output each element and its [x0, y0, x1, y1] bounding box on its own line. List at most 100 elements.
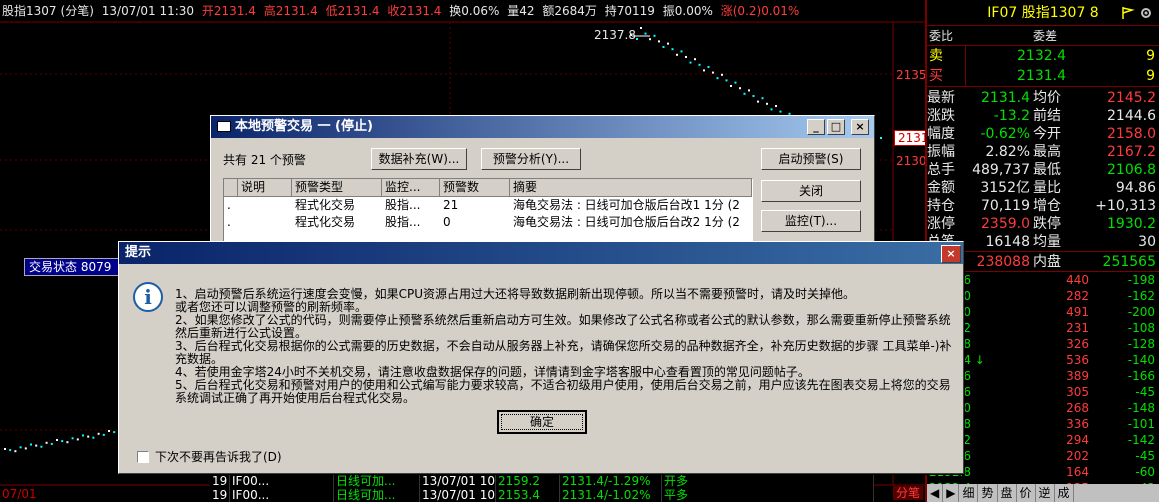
price-dot [640, 27, 642, 29]
price-dot [880, 137, 882, 139]
price-dot [725, 79, 728, 82]
price-dot [102, 433, 105, 436]
quote-tab[interactable]: 盘 [998, 484, 1017, 502]
monitor-button[interactable]: 监控(T)... [761, 210, 861, 232]
stat-label: 最新 [927, 90, 955, 106]
alert-analysis-button[interactable]: 预警分析(Y)... [481, 148, 581, 170]
stat-value: 1930.2 [1107, 216, 1156, 232]
trade-status-box[interactable]: 交易状态 8079 [24, 258, 124, 276]
quote-tab[interactable]: 逆 [1036, 484, 1055, 502]
stat-value: 3152亿 [980, 180, 1030, 196]
data-fill-button[interactable]: 数据补充(W)... [371, 148, 467, 170]
header-symbol: 股指1307 [2, 4, 57, 18]
stat-value: 2144.6 [1107, 108, 1156, 124]
header-turnover: 0.06% [461, 4, 500, 18]
alert-column-header[interactable]: 摘要 [510, 179, 752, 197]
stat-label: 振幅 [927, 144, 955, 160]
dont-show-checkbox[interactable] [137, 450, 149, 463]
header-volume-label: 量 [507, 4, 520, 18]
quote-tab[interactable]: 势 [978, 484, 998, 502]
trade-log-cell: 2159.2 [496, 474, 560, 488]
stat-label: 幅度 [927, 126, 955, 142]
stat-value: 489,737 [972, 162, 1030, 178]
minimize-button[interactable]: _ [807, 119, 825, 135]
trade-log-row[interactable]: 19IF00...日线可加...13/07/01 10:452159.22131… [210, 474, 874, 488]
quote-tab[interactable]: 价 [1017, 484, 1036, 502]
alert-column-header[interactable]: 说明 [238, 179, 292, 197]
stat-value: 2167.2 [1107, 144, 1156, 160]
price-dot [703, 69, 705, 72]
alert-list-header: 说明 预警类型 监控... 预警数 摘要 [224, 179, 752, 197]
price-dot [698, 63, 701, 66]
tick-volume: 440 [1066, 273, 1089, 287]
stat-value: 2145.2 [1107, 90, 1156, 106]
trade-log-cell: 19 [210, 474, 230, 488]
gear-icon[interactable] [1139, 6, 1153, 20]
start-alert-button[interactable]: 启动预警(S) [761, 148, 861, 170]
price-dot [730, 85, 732, 87]
header-oi: 70119 [616, 4, 655, 18]
tick-volume: 164 [1066, 465, 1089, 479]
price-dot [92, 436, 95, 439]
trade-log-cell: 13/07/01 10:50 [422, 488, 496, 502]
hint-line: 3、后台程式化交易根据你的公式需要的历史数据，不会自动从服务器上补充，请确保您所… [175, 339, 952, 353]
tick-diff: -140 [1127, 353, 1155, 367]
stat-value: 2106.8 [1107, 162, 1156, 178]
close-window-button[interactable]: × [851, 119, 869, 135]
price-dot [653, 34, 656, 37]
alert-list-body: . 程式化交易 股指... 21 海龟交易法 : 日线可加仓版后台改1 1分 (2. 程式… [224, 197, 752, 231]
price-dot [676, 53, 678, 56]
quote-tab[interactable]: ▶ [943, 484, 960, 502]
alert-count-text: 共有 21 个预警 [223, 153, 306, 167]
tick-diff: -198 [1127, 273, 1155, 287]
stat-row: 涨跌 -13.2 前结 2144.6 [927, 107, 1159, 125]
chart-header: 股指1307 (分笔) 13/07/01 11:30 开2131.4 高2131.… [0, 0, 925, 22]
stat-value: 2158.0 [1107, 126, 1156, 142]
close-button[interactable]: 关闭 [761, 180, 861, 202]
alert-column-header[interactable]: 预警类型 [292, 179, 382, 197]
alert-cell: 股指... [385, 215, 421, 229]
header-chg-label: 涨 [720, 4, 733, 18]
alert-row[interactable]: . 程式化交易 股指... 21 海龟交易法 : 日线可加仓版后台改1 1分 (2 [224, 197, 752, 214]
stat-row: 最新 2131.4 均价 2145.2 [927, 89, 1159, 107]
stat-label: 均价 [1033, 90, 1061, 106]
stat-label: 前结 [1033, 108, 1061, 124]
tick-volume: 268 [1066, 401, 1089, 415]
alert-window-titlebar: 本地预警交易 一 (停止) _ □ × [211, 116, 874, 138]
trade-log-row[interactable]: 19IF00...日线可加...13/07/01 10:502153.42131… [210, 488, 874, 502]
alert-column-header[interactable]: 预警数 [440, 179, 510, 197]
maximize-button[interactable]: □ [827, 119, 845, 135]
price-dot [61, 440, 64, 443]
stat-value: 2.82% [985, 144, 1030, 160]
tick-volume: 305 [1066, 385, 1089, 399]
price-dot [707, 66, 710, 68]
price-dot [685, 56, 687, 58]
price-dot [712, 71, 714, 74]
hint-dialog-title: 提示 [125, 245, 152, 260]
close-dialog-button[interactable]: × [941, 245, 961, 263]
quote-tab[interactable]: 细 [959, 484, 979, 502]
tick-diff: -128 [1127, 337, 1155, 351]
hint-line: 系统调试正确了再开始使用后台程式化交易。 [175, 391, 416, 405]
header-open: 2131.4 [213, 4, 256, 18]
ok-button[interactable]: 确定 [497, 410, 587, 434]
stat-label: 最高 [1033, 144, 1061, 160]
trade-log-cell: 日线可加... [334, 488, 420, 502]
alert-window: 本地预警交易 一 (停止) _ □ × 共有 21 个预警 数据补充(W)...… [210, 115, 875, 245]
price-dot [50, 442, 53, 445]
alert-cell: 海龟交易法 : 日线可加仓版后台改1 1分 (2 [513, 198, 740, 212]
tick-mode-label[interactable]: 分笔 [893, 486, 924, 500]
quote-tab[interactable]: 成 [1055, 484, 1074, 502]
alert-list[interactable]: 说明 预警类型 监控... 预警数 摘要 . 程式化交易 股指... 21 海龟交易法 : 日线… [223, 178, 753, 244]
flag-icon[interactable] [1121, 6, 1135, 20]
price-dot [761, 97, 764, 100]
header-high: 2131.4 [275, 4, 318, 18]
alert-column-header[interactable] [224, 179, 238, 197]
alert-row[interactable]: . 程式化交易 股指... 0 海龟交易法 : 日线可加仓版后台改2 1分 (2 [224, 214, 752, 231]
quote-title: IF07 股指1307 8 [987, 5, 1099, 21]
alert-column-header[interactable]: 监控... [382, 179, 440, 197]
quote-tab[interactable]: ◀ [927, 484, 944, 502]
price-dot [689, 61, 692, 64]
dont-show-again[interactable]: 下次不要再告诉我了(D) [137, 448, 282, 465]
price-dot [24, 447, 27, 450]
